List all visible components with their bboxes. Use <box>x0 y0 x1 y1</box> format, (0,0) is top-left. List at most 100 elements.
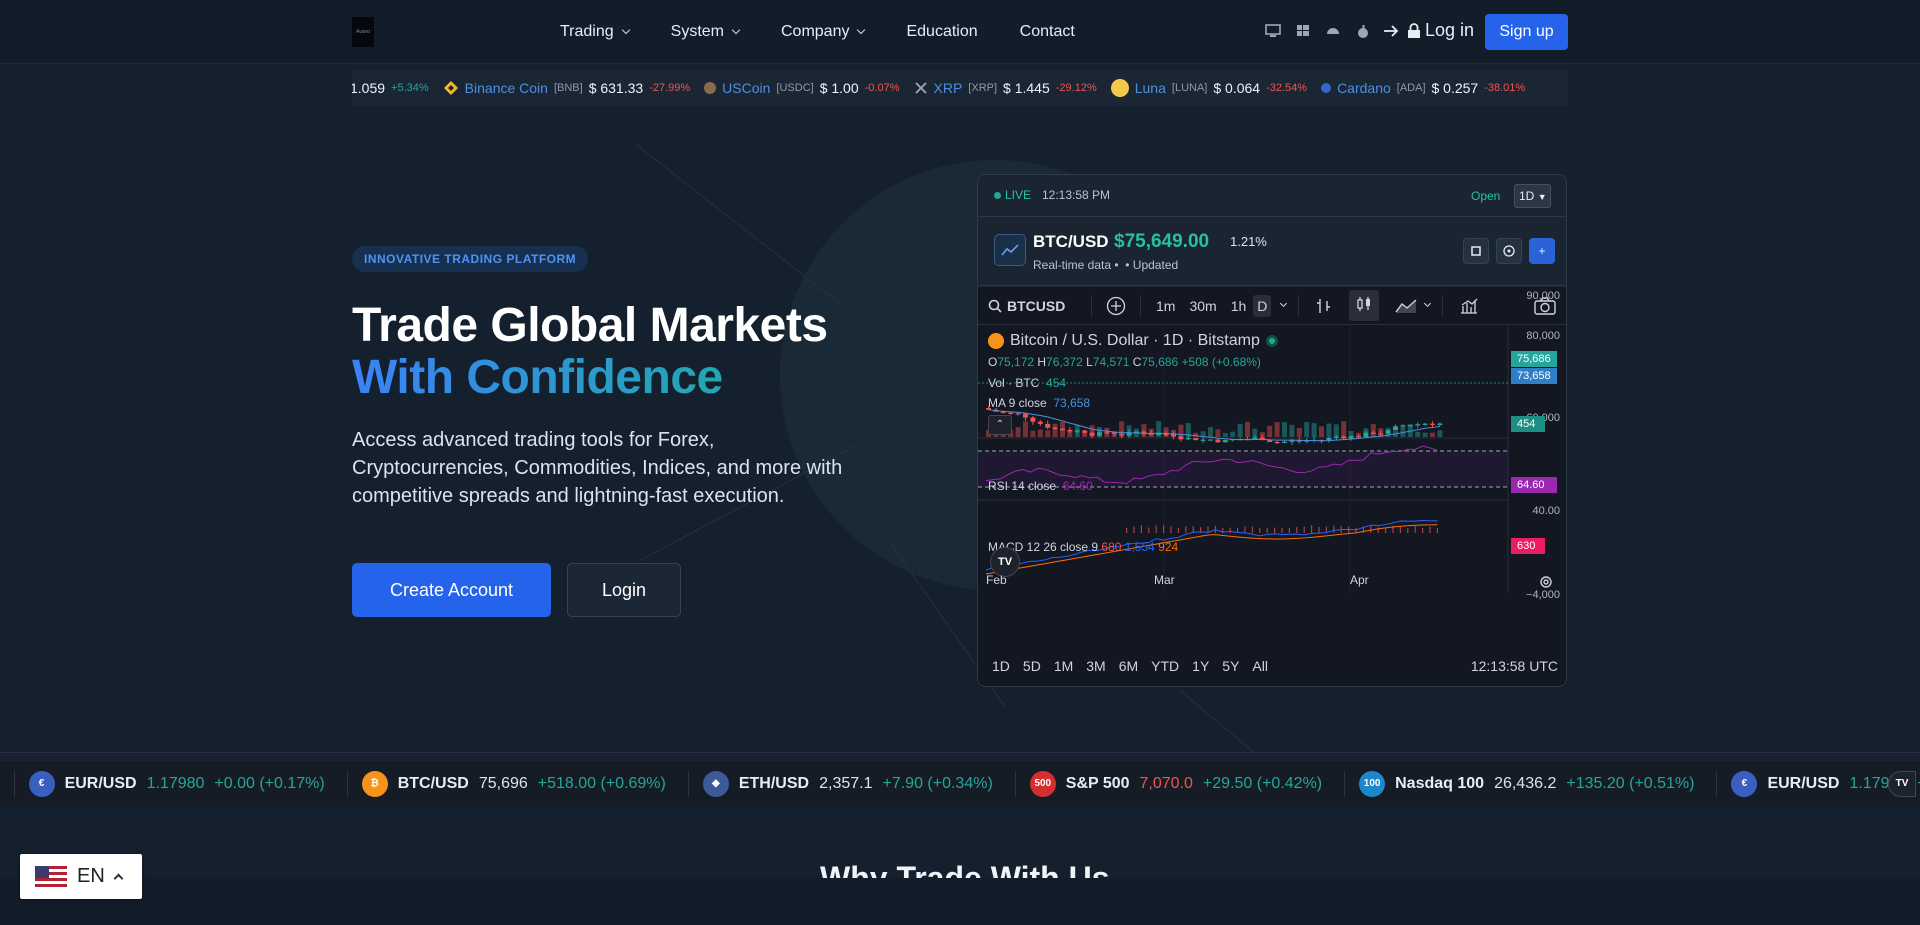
ticker-name: S&P 500 <box>1065 775 1130 792</box>
ticker-item[interactable]: 500 S&P 500 7,070.0 +29.50 (+0.42%) <box>1016 771 1346 797</box>
widget-time: 12:13:58 PM <box>1042 188 1111 202</box>
menu-label: System <box>670 23 724 40</box>
hero-subtitle: Access advanced trading tools for Forex,… <box>352 429 843 507</box>
chevron-down-icon[interactable] <box>1280 299 1288 308</box>
chevron-down-icon[interactable] <box>1424 299 1432 308</box>
rsi-label: RSI 14 close <box>988 479 1057 493</box>
candle-body <box>1015 413 1021 415</box>
ticker-price: $ 0.257 <box>1431 80 1479 96</box>
candle-body <box>1023 413 1028 418</box>
interval-1m[interactable]: 1m <box>1156 298 1175 314</box>
ticker-item[interactable]: 1.059 +5.34% <box>352 80 429 96</box>
collapse-legend-button[interactable]: ⌃ <box>988 415 1012 435</box>
signup-button[interactable]: Sign up <box>1485 14 1568 50</box>
ticker-price: $ 631.33 <box>588 80 644 96</box>
timeframe-select[interactable]: 1D ▼ <box>1514 184 1551 208</box>
tradingview-badge[interactable]: TV <box>1888 771 1916 797</box>
interval-30m[interactable]: 30m <box>1189 298 1216 314</box>
ticker-price: $ 0.064 <box>1213 80 1261 96</box>
range-5Y[interactable]: 5Y <box>1222 658 1239 674</box>
symbol-search[interactable]: BTCUSD <box>988 298 1083 314</box>
interval-1h[interactable]: 1h <box>1231 298 1247 314</box>
volume-bar <box>1296 428 1302 437</box>
windows-icon[interactable] <box>1294 22 1312 40</box>
ticker-change: +7.90 (+0.34%) <box>882 775 993 792</box>
macd-tag: 630 <box>1511 538 1545 554</box>
ma-value: 73,658 <box>1053 396 1091 410</box>
ohlc-close: 75,686 <box>1141 355 1179 369</box>
volume-bar <box>1415 431 1421 437</box>
bar-style-icon[interactable] <box>1315 297 1333 315</box>
volume-bar <box>1156 421 1162 437</box>
luna-icon <box>1110 79 1129 97</box>
ticker-item[interactable]: Luna [LUNA] $ 0.064 -32.54% <box>1110 79 1307 97</box>
ohlc-low: 74,571 <box>1092 355 1130 369</box>
chevron-down-icon <box>621 25 630 35</box>
login-button[interactable]: Login <box>567 563 681 617</box>
volume-bar <box>1067 430 1073 437</box>
volume-bar <box>1348 430 1354 437</box>
cardano-icon <box>1321 83 1332 93</box>
ticker-item[interactable]: € EUR/USD 1.17980 +0.00 (+0.17%) <box>15 771 348 797</box>
create-account-button[interactable]: Create Account <box>352 563 551 617</box>
menu-trading[interactable]: Trading <box>560 23 630 41</box>
toolbar-divider <box>1091 294 1092 317</box>
range-1D[interactable]: 1D <box>992 658 1010 674</box>
android-icon[interactable] <box>1324 22 1342 40</box>
volume-bar <box>1289 424 1295 437</box>
volume-bar <box>1370 424 1376 437</box>
range-3M[interactable]: 3M <box>1086 658 1105 674</box>
tradingview-chart[interactable]: BTCUSD 1m 30m 1h D Bitcoin / U.S. Dollar… <box>978 287 1566 686</box>
ethereum-icon: ◆ <box>702 771 729 797</box>
volume-bar <box>1045 430 1051 437</box>
ticker-item[interactable]: 100 Nasdaq 100 26,436.2 +135.20 (+0.51%) <box>1345 771 1718 797</box>
ticker-item[interactable]: XRP [XRP] $ 1.445 -29.12% <box>914 80 1097 96</box>
add-button[interactable]: + <box>1529 238 1555 264</box>
volume-bar <box>1333 424 1339 437</box>
ticker-change: +518.00 (+0.69%) <box>537 775 666 792</box>
language-selector[interactable]: EN <box>20 854 142 899</box>
market-ticker: %) € EUR/USD 1.17980 +0.00 (+0.17%) ₿ BT… <box>0 761 1920 807</box>
area-chart-icon[interactable] <box>1395 297 1417 315</box>
indicators-icon[interactable] <box>1459 297 1479 315</box>
range-6M[interactable]: 6M <box>1119 658 1138 674</box>
ticker-item[interactable]: %) <box>0 771 15 797</box>
volume-bar <box>1104 427 1110 437</box>
range-selector: 1D 5D 1M 3M 6M YTD 1Y 5Y All <box>992 658 1268 674</box>
login-link[interactable]: Log in <box>1383 20 1474 41</box>
ticker-item[interactable]: Binance Coin [BNB] $ 631.33 -27.99% <box>443 80 690 96</box>
volume-bar <box>1060 421 1065 437</box>
ticker-item[interactable]: Cardano [ADA] $ 0.257 -38.01% <box>1321 80 1525 96</box>
us-flag-icon <box>35 865 67 888</box>
range-1Y[interactable]: 1Y <box>1192 658 1209 674</box>
ticker-item[interactable]: ◆ ETH/USD 2,357.1 +7.90 (+0.34%) <box>689 771 1016 797</box>
apple-icon[interactable] <box>1354 22 1372 40</box>
chart-settings-icon[interactable] <box>1538 574 1554 590</box>
range-YTD[interactable]: YTD <box>1151 658 1179 674</box>
logo[interactable]: Avano <box>352 17 374 47</box>
square-button[interactable] <box>1463 238 1489 264</box>
ticker-name: Luna <box>1134 80 1166 96</box>
volume-bar <box>1437 430 1443 437</box>
ticker-item[interactable]: USCoin [USDC] $ 1.00 -0.07% <box>704 80 900 96</box>
target-button[interactable] <box>1496 238 1522 264</box>
range-All[interactable]: All <box>1252 658 1268 674</box>
menu-contact[interactable]: Contact <box>1020 23 1075 41</box>
range-5D[interactable]: 5D <box>1023 658 1041 674</box>
add-symbol-icon[interactable] <box>1106 296 1126 316</box>
menu-company[interactable]: Company <box>781 23 866 41</box>
menu-education[interactable]: Education <box>906 23 977 41</box>
ohlc-values: O75,172 H76,372 L74,571 C75,686 +508 (+0… <box>988 355 1261 369</box>
volume-bar <box>1126 425 1132 437</box>
desktop-icon[interactable] <box>1264 22 1282 40</box>
candle-style-icon[interactable] <box>1349 290 1380 321</box>
menu-system[interactable]: System <box>670 23 741 41</box>
chevron-down-icon <box>731 25 741 35</box>
ma-price-tag: 73,658 <box>1511 368 1557 384</box>
ticker-item[interactable]: ₿ BTC/USD 75,696 +518.00 (+0.69%) <box>348 771 689 797</box>
range-1M[interactable]: 1M <box>1054 658 1073 674</box>
candle-body <box>1185 438 1191 440</box>
pair-name: BTC/USD <box>1033 232 1109 251</box>
candle-body <box>1282 441 1287 443</box>
interval-D[interactable]: D <box>1253 294 1272 317</box>
